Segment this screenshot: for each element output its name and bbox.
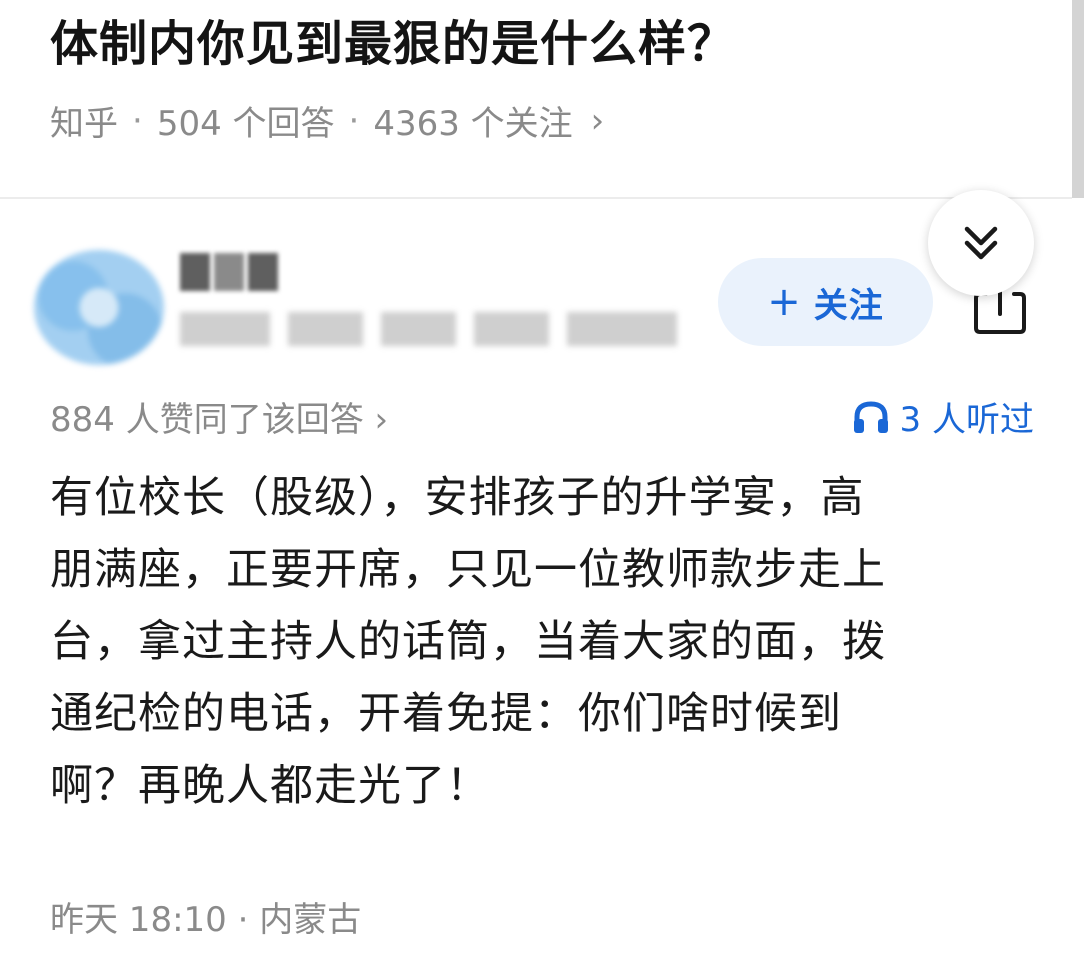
answers-count: 504 个回答 — [156, 104, 335, 144]
answer-body: 有位校长（股级），安排孩子的升学宴，高 朋满座，正要开席，只见一位教师款步走上 … — [50, 462, 1040, 822]
follow-button[interactable]: + 关注 — [718, 258, 933, 346]
author-name-blurred[interactable] — [180, 253, 280, 291]
meta-separator: · — [348, 100, 360, 141]
author-description-blurred — [180, 312, 677, 346]
answer-line: 有位校长（股级），安排孩子的升学宴，高 — [50, 473, 865, 523]
question-source: 知乎 — [50, 104, 118, 144]
headphones-icon — [853, 400, 888, 433]
upvote-count-link[interactable]: 884 人赞同了该回答 › — [50, 392, 388, 441]
chevron-right-icon: › — [590, 100, 605, 141]
question-title[interactable]: 体制内你见到最狠的是什么样？ — [50, 4, 736, 74]
listen-label: 3 人听过 — [899, 400, 1034, 440]
answer-line: 台，拿过主持人的话筒，当着大家的面，拨 — [50, 617, 886, 667]
follow-label: 关注 — [813, 285, 884, 326]
divider — [0, 197, 1072, 199]
avatar[interactable] — [34, 250, 164, 365]
collapse-button[interactable] — [928, 190, 1034, 296]
followers-count: 4363 个关注 — [373, 104, 573, 144]
answer-line: 朋满座，正要开席，只见一位教师款步走上 — [50, 545, 886, 595]
answer-line: 通纪检的电话，开着免提：你们啥时候到 — [50, 689, 842, 739]
meta-separator: · — [132, 100, 143, 141]
answer-page: 体制内你见到最狠的是什么样？ 知乎 · 504 个回答 · 4363 个关注 ›… — [0, 0, 1084, 961]
listen-count[interactable]: 3 人听过 — [852, 392, 1034, 441]
chevrons-down-icon — [964, 226, 998, 260]
answer-timestamp-location: 昨天 18:10 · 内蒙古 — [50, 900, 362, 940]
plus-icon: + — [767, 279, 802, 325]
scrollbar[interactable] — [1072, 0, 1084, 198]
answer-line: 啊？再晚人都走光了！ — [50, 761, 490, 811]
question-meta[interactable]: 知乎 · 504 个回答 · 4363 个关注 › — [50, 96, 604, 145]
